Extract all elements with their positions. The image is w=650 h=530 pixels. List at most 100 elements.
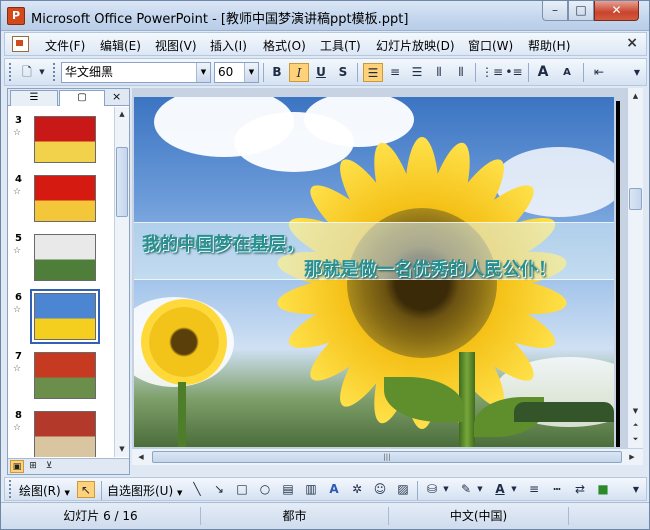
toolbar-grip[interactable] bbox=[53, 63, 56, 81]
document-close-icon[interactable]: × bbox=[626, 35, 638, 51]
outline-icon: ☰ bbox=[29, 92, 39, 103]
align-right-icon[interactable]: ☰ bbox=[407, 63, 427, 82]
maximize-button[interactable]: □ bbox=[568, 1, 594, 21]
slide-editing-area: 我的中国梦在基层， 那就是做一名优秀的人民公仆！ bbox=[132, 88, 627, 448]
line-icon[interactable]: ╲ bbox=[188, 481, 206, 498]
oval-icon[interactable]: ○ bbox=[256, 481, 274, 498]
autoshapes-menu-button[interactable]: 自选图形(U) ▼ bbox=[107, 482, 182, 499]
tab-slides[interactable]: ▢ bbox=[59, 90, 105, 106]
slide-thumbnail[interactable] bbox=[34, 175, 96, 222]
slideshow-icon[interactable]: ⊻ bbox=[42, 460, 56, 473]
toolbar-options-icon[interactable]: ▼ bbox=[627, 63, 647, 82]
slide-sorter-icon[interactable]: ⊞ bbox=[26, 460, 40, 473]
slide-vertical-scrollbar[interactable]: ▲ ▼ ⏶ ⏷ bbox=[627, 88, 643, 448]
chevron-down-icon[interactable]: ▼ bbox=[441, 481, 451, 498]
font-size-combo[interactable]: 60 ▼ bbox=[214, 62, 259, 83]
toolbar-options-icon[interactable]: ▼ bbox=[627, 481, 645, 498]
picture-icon[interactable]: ▨ bbox=[394, 481, 412, 498]
menu-file[interactable]: 文件(F) bbox=[45, 37, 85, 54]
align-center-icon[interactable]: ≡ bbox=[385, 63, 405, 82]
animation-star-icon: ☆ bbox=[13, 423, 22, 433]
select-objects-icon[interactable]: ↖ bbox=[77, 481, 95, 498]
new-document-icon[interactable]: 🗋 bbox=[17, 63, 37, 82]
slide-thumbnail[interactable] bbox=[34, 352, 96, 399]
shrink-font-button[interactable]: A bbox=[557, 63, 577, 82]
toolbar-separator bbox=[528, 63, 529, 82]
chevron-down-icon[interactable]: ▼ bbox=[509, 481, 519, 498]
draw-menu-button[interactable]: 绘图(R) ▼ bbox=[19, 482, 70, 499]
slide-thumbnail[interactable] bbox=[34, 234, 96, 281]
menu-edit[interactable]: 编辑(E) bbox=[100, 37, 141, 54]
next-slide-icon[interactable]: ⏷ bbox=[629, 433, 642, 445]
toolbar-separator bbox=[475, 63, 476, 82]
line-style-icon[interactable]: ≡ bbox=[525, 481, 543, 498]
wordart-icon[interactable]: A bbox=[325, 481, 343, 498]
scroll-down-icon[interactable]: ▼ bbox=[629, 405, 642, 417]
menu-view[interactable]: 视图(V) bbox=[155, 37, 197, 54]
textbox-icon[interactable]: ▤ bbox=[279, 481, 297, 498]
scrollbar-thumb[interactable] bbox=[116, 147, 128, 217]
numbering-icon[interactable]: ⋮≡ bbox=[481, 63, 503, 82]
slide-horizontal-scrollbar[interactable]: ◀ ||| ▶ bbox=[132, 448, 643, 465]
menu-tools[interactable]: 工具(T) bbox=[320, 37, 361, 54]
scroll-right-icon[interactable]: ▶ bbox=[626, 451, 638, 463]
normal-view-icon[interactable]: ▣ bbox=[10, 460, 24, 473]
menu-insert[interactable]: 插入(I) bbox=[210, 37, 247, 54]
scrollbar-thumb[interactable] bbox=[629, 188, 642, 210]
previous-slide-icon[interactable]: ⏶ bbox=[629, 419, 642, 431]
distributed-align-icon[interactable]: ⫴ bbox=[429, 63, 449, 82]
shadow-style-icon[interactable]: ■ bbox=[594, 481, 612, 498]
scroll-up-icon[interactable]: ▲ bbox=[116, 108, 128, 120]
font-color-icon[interactable]: A bbox=[491, 481, 509, 498]
slides-pane: ☰ ▢ × 3 ☆ 4 ☆ 5 ☆ 6 ☆ 7 ☆ 8 ☆ ▲ ▼ ▣ ⊞ ⊻ bbox=[7, 88, 130, 475]
menu-help[interactable]: 帮助(H) bbox=[528, 37, 570, 54]
chevron-down-icon[interactable]: ▼ bbox=[475, 481, 485, 498]
pane-close-icon[interactable]: × bbox=[112, 90, 121, 103]
dash-style-icon[interactable]: ┅ bbox=[548, 481, 566, 498]
slide-text-line-2[interactable]: 那就是做一名优秀的人民公仆！ bbox=[304, 255, 556, 281]
slide-thumbnail-selected[interactable] bbox=[30, 289, 100, 344]
menu-slideshow[interactable]: 幻灯片放映(D) bbox=[376, 37, 455, 54]
font-name-combo[interactable]: 华文细黑 ▼ bbox=[61, 62, 211, 83]
diagram-icon[interactable]: ✲ bbox=[348, 481, 366, 498]
arrow-icon[interactable]: ↘ bbox=[210, 481, 228, 498]
vertical-textbox-icon[interactable]: ▥ bbox=[302, 481, 320, 498]
close-button[interactable]: ✕ bbox=[594, 1, 639, 21]
current-slide[interactable]: 我的中国梦在基层， 那就是做一名优秀的人民公仆！ bbox=[134, 97, 614, 447]
scroll-left-icon[interactable]: ◀ bbox=[135, 451, 147, 463]
slide-text-line-1[interactable]: 我的中国梦在基层， bbox=[142, 230, 304, 256]
line-color-icon[interactable]: ✎ bbox=[457, 481, 475, 498]
new-dropdown-arrow-icon[interactable]: ▼ bbox=[37, 63, 47, 82]
minimize-button[interactable]: – bbox=[542, 1, 568, 21]
menu-format[interactable]: 格式(O) bbox=[263, 37, 306, 54]
bullets-icon[interactable]: •≡ bbox=[504, 63, 524, 82]
bold-button[interactable]: B bbox=[267, 63, 287, 82]
underline-button[interactable]: U bbox=[311, 63, 331, 82]
scroll-up-icon[interactable]: ▲ bbox=[629, 90, 642, 102]
decrease-indent-icon[interactable]: ⇤ bbox=[589, 63, 609, 82]
italic-button[interactable]: I bbox=[289, 63, 309, 82]
scrollbar-thumb[interactable]: ||| bbox=[152, 451, 622, 463]
shadow-button[interactable]: S bbox=[333, 63, 353, 82]
slide-thumbnail[interactable] bbox=[34, 116, 96, 163]
menu-window[interactable]: 窗口(W) bbox=[468, 37, 513, 54]
fill-color-icon[interactable]: ⛁ bbox=[423, 481, 441, 498]
scroll-down-icon[interactable]: ▼ bbox=[116, 443, 128, 455]
document-icon[interactable] bbox=[12, 36, 29, 52]
slide-thumbnail[interactable] bbox=[34, 411, 96, 457]
chevron-down-icon[interactable]: ▼ bbox=[196, 63, 210, 82]
powerpoint-app-icon[interactable]: P bbox=[7, 7, 25, 25]
rectangle-icon[interactable]: □ bbox=[233, 481, 251, 498]
clipart-icon[interactable]: ☺ bbox=[371, 481, 389, 498]
toolbar-grip[interactable] bbox=[9, 63, 12, 81]
chevron-down-icon[interactable]: ▼ bbox=[244, 63, 258, 82]
arrow-style-icon[interactable]: ⇄ bbox=[571, 481, 589, 498]
vertical-text-icon[interactable]: ⦀ bbox=[451, 63, 471, 82]
toolbar-grip[interactable] bbox=[9, 480, 12, 498]
grow-font-button[interactable]: A bbox=[533, 63, 553, 82]
align-left-icon[interactable]: ☰ bbox=[363, 63, 383, 82]
formatting-toolbar: 🗋 ▼ 华文细黑 ▼ 60 ▼ B I U S ☰ ≡ ☰ ⫴ ⦀ ⋮≡ •≡ … bbox=[4, 58, 647, 86]
animation-star-icon: ☆ bbox=[13, 305, 22, 315]
tab-outline[interactable]: ☰ bbox=[10, 90, 58, 106]
slides-pane-scrollbar[interactable]: ▲ ▼ bbox=[114, 107, 129, 457]
